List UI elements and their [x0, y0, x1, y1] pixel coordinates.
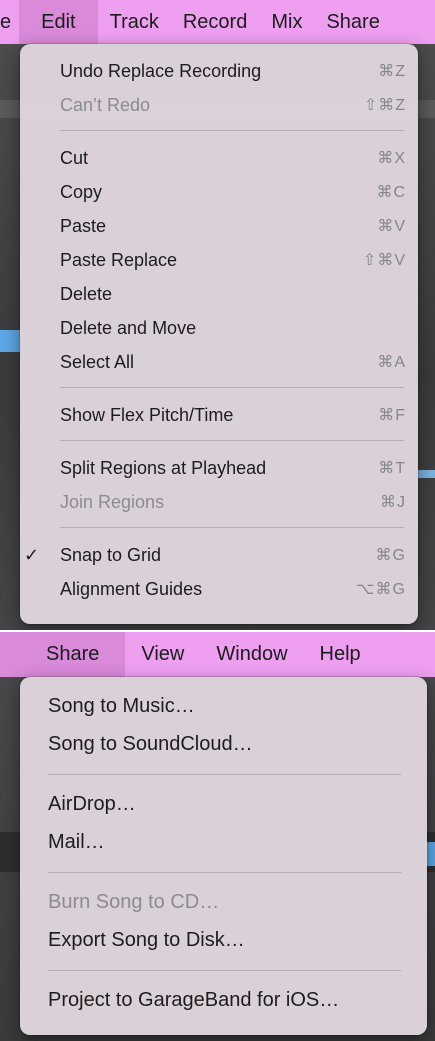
menu-item-label: Can’t Redo — [60, 94, 151, 115]
menu-separator — [48, 774, 401, 775]
menu-item-select-all[interactable]: Select All ⌘A — [20, 345, 418, 379]
menu-item-label: Song to SoundCloud… — [48, 732, 253, 755]
menu-bar: e Edit Track Record Mix Share — [0, 0, 435, 44]
menu-item-label: Cut — [60, 147, 89, 168]
menu-item-label: Split Regions at Playhead — [60, 457, 267, 478]
menu-item-join-regions: Join Regions ⌘J — [20, 485, 418, 519]
shortcut-label: ⌥⌘G — [356, 581, 406, 598]
shortcut-label: ⌘F — [378, 407, 406, 424]
shortcut-label: ⌘V — [377, 218, 406, 235]
menu-separator — [60, 440, 404, 441]
menu-item-label: Paste Replace — [60, 249, 178, 270]
shortcut-label: ⌘Z — [378, 63, 406, 80]
menu-item-label: Undo Replace Recording — [60, 60, 262, 81]
shortcut-label: ⌘X — [377, 150, 406, 167]
menu-item-delete[interactable]: Delete — [20, 277, 418, 311]
menu-item-song-to-soundcloud[interactable]: Song to SoundCloud… — [20, 725, 427, 763]
shortcut-label: ⌘A — [377, 354, 406, 371]
menu-bar: Share View Window Help — [0, 632, 435, 677]
shortcut-label: ⌘C — [376, 184, 406, 201]
menu-item-mail[interactable]: Mail… — [20, 823, 427, 861]
shortcut-label: ⇧⌘Z — [363, 97, 406, 114]
menu-item-label: Show Flex Pitch/Time — [60, 404, 234, 425]
menu-item-export-song[interactable]: Export Song to Disk… — [20, 921, 427, 959]
menu-item-label: Join Regions — [60, 491, 165, 512]
menu-item-copy[interactable]: Copy ⌘C — [20, 175, 418, 209]
menu-item-label: Mail… — [48, 830, 105, 853]
menu-record[interactable]: Record — [171, 0, 259, 44]
edit-menu-screenshot: e Edit Track Record Mix Share Undo Repla… — [0, 0, 435, 630]
menu-item-alignment-guides[interactable]: Alignment Guides ⌥⌘G — [20, 572, 418, 606]
edit-dropdown: Undo Replace Recording ⌘Z Can’t Redo ⇧⌘Z… — [20, 44, 418, 624]
menu-item-paste-replace[interactable]: Paste Replace ⇧⌘V — [20, 243, 418, 277]
menu-item-label: Burn Song to CD… — [48, 890, 220, 913]
menu-file-partial[interactable]: e — [0, 0, 19, 44]
menu-item-burn-cd: Burn Song to CD… — [20, 883, 427, 921]
menu-item-airdrop[interactable]: AirDrop… — [20, 785, 427, 823]
menu-item-label: Alignment Guides — [60, 578, 203, 599]
menu-item-label: Delete — [60, 283, 113, 304]
menu-mix[interactable]: Mix — [259, 0, 314, 44]
menu-item-label: Select All — [60, 351, 135, 372]
menu-item-redo: Can’t Redo ⇧⌘Z — [20, 88, 418, 122]
menu-help[interactable]: Help — [304, 632, 377, 677]
menu-item-show-flex[interactable]: Show Flex Pitch/Time ⌘F — [20, 398, 418, 432]
menu-track[interactable]: Track — [98, 0, 171, 44]
shortcut-label: ⌘T — [378, 460, 406, 477]
menu-separator — [60, 387, 404, 388]
share-dropdown: Song to Music… Song to SoundCloud… AirDr… — [20, 677, 427, 1035]
menu-item-label: Snap to Grid — [60, 544, 162, 565]
menu-separator — [48, 970, 401, 971]
share-menu-screenshot: Share View Window Help Song to Music… So… — [0, 632, 435, 1041]
checkmark-icon: ✓ — [24, 544, 40, 565]
menu-item-cut[interactable]: Cut ⌘X — [20, 141, 418, 175]
menu-edit[interactable]: Edit — [19, 0, 98, 44]
menu-item-label: Paste — [60, 215, 107, 236]
menu-share[interactable]: Share — [314, 0, 391, 44]
menu-item-label: Delete and Move — [60, 317, 197, 338]
menu-item-label: Song to Music… — [48, 694, 195, 717]
menu-separator — [60, 527, 404, 528]
background-region — [418, 470, 435, 478]
menu-item-label: Project to GarageBand for iOS… — [48, 988, 340, 1011]
menu-separator — [60, 130, 404, 131]
shortcut-label: ⌘G — [375, 547, 406, 564]
shortcut-label: ⇧⌘V — [362, 252, 406, 269]
menu-window[interactable]: Window — [200, 632, 303, 677]
background-region — [0, 330, 20, 352]
menu-item-project-to-ios[interactable]: Project to GarageBand for iOS… — [20, 981, 427, 1019]
menu-item-paste[interactable]: Paste ⌘V — [20, 209, 418, 243]
menu-item-label: AirDrop… — [48, 792, 136, 815]
menu-view[interactable]: View — [125, 632, 200, 677]
menu-item-label: Export Song to Disk… — [48, 928, 245, 951]
menu-item-snap-to-grid[interactable]: ✓ Snap to Grid ⌘G — [20, 538, 418, 572]
menu-item-label: Copy — [60, 181, 103, 202]
menu-separator — [48, 872, 401, 873]
menu-item-split-regions[interactable]: Split Regions at Playhead ⌘T — [20, 451, 418, 485]
menu-item-undo[interactable]: Undo Replace Recording ⌘Z — [20, 54, 418, 88]
shortcut-label: ⌘J — [380, 494, 406, 511]
menu-share[interactable]: Share — [0, 632, 126, 677]
menu-item-delete-and-move[interactable]: Delete and Move — [20, 311, 418, 345]
menu-item-song-to-music[interactable]: Song to Music… — [20, 687, 427, 725]
